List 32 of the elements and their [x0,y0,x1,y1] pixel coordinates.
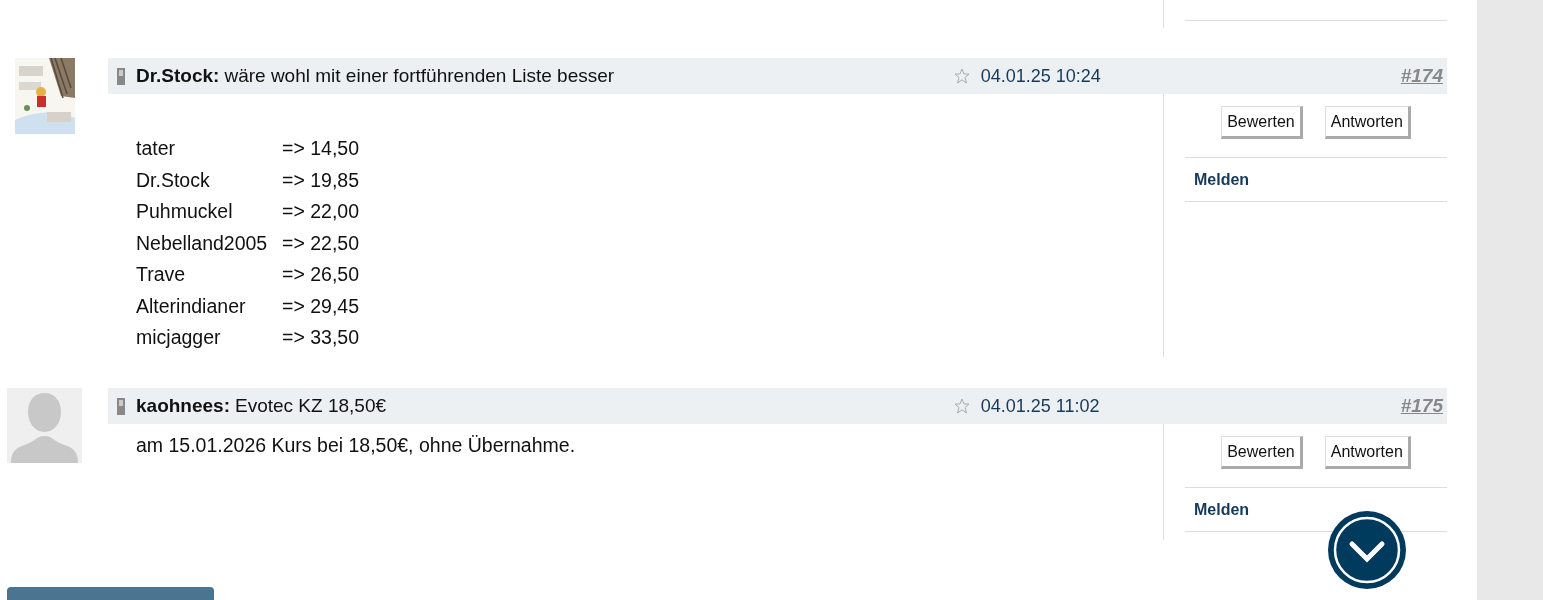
list-value: => 22,50 [282,231,359,255]
list-name: tater [136,137,177,161]
post-date: 04.01.25 10:24 [980,65,1102,87]
post-text: am 15.01.2026 Kurs bei 18,50€, ohne Übernahme. [136,434,577,457]
action-button[interactable]: Antworten [1324,436,1411,469]
post-title: wäre wohl mit einer fortführenden Liste besser [224,65,616,87]
list-name: Alterindianer [136,294,247,318]
post-date: 04.01.25 11:02 [980,395,1101,417]
post-title: Evotec KZ 18,50€ [235,395,388,417]
list-name: micjagger [136,326,222,350]
list-value: => 26,50 [282,263,359,287]
post-author: Dr.Stock: [136,65,220,87]
mobile-icon [117,397,125,415]
list-value: => 33,50 [282,326,359,350]
list-name: Puhmuckel [136,200,234,224]
list-value: => 29,45 [282,294,359,318]
list-value: => 19,85 [282,168,359,192]
action-button[interactable]: Bewerten [1221,436,1303,469]
report-link[interactable]: Melden [1194,170,1250,189]
scroll-down-button[interactable] [1328,511,1406,589]
star-icon[interactable] [953,68,970,84]
action-button[interactable]: Bewerten [1221,106,1303,139]
mobile-icon [117,67,125,85]
list-name: Dr.Stock [136,168,211,192]
list-name: Trave [136,263,187,287]
list-value: => 22,00 [282,200,359,224]
report-link[interactable]: Melden [1194,500,1250,519]
action-button[interactable]: Antworten [1324,106,1411,139]
list-name: Nebelland2005 [136,231,269,255]
star-icon[interactable] [953,398,970,414]
post-author: kaohnees: [136,395,230,417]
list-value: => 14,50 [282,137,359,161]
